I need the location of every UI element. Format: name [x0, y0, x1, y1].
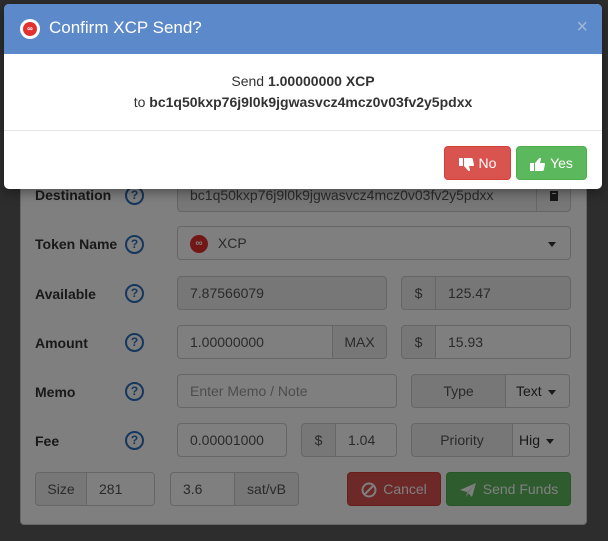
- counterparty-logo-icon: ∞: [20, 19, 40, 39]
- thumbs-up-icon: [530, 157, 546, 171]
- yes-button[interactable]: Yes: [516, 146, 587, 180]
- send-prefix: Send: [231, 73, 268, 89]
- send-summary-line: Send 1.00000000 XCP: [4, 73, 602, 89]
- send-amount: 1.00000000 XCP: [267, 73, 375, 89]
- modal-header: ∞ Confirm XCP Send? ×: [4, 4, 602, 54]
- no-button-label: No: [478, 155, 497, 171]
- confirm-send-modal: ∞ Confirm XCP Send? × Send 1.00000000 XC…: [4, 4, 602, 189]
- to-prefix: to: [133, 94, 150, 110]
- modal-body: Send 1.00000000 XCP to bc1q50kxp76j9l0k9…: [4, 54, 602, 130]
- thumbs-down-icon: [458, 157, 474, 171]
- modal-title: Confirm XCP Send?: [49, 18, 202, 37]
- send-destination-line: to bc1q50kxp76j9l0k9jgwasvcz4mcz0v03fv2y…: [4, 94, 602, 110]
- yes-button-label: Yes: [550, 155, 573, 171]
- send-address: bc1q50kxp76j9l0k9jgwasvcz4mcz0v03fv2y5pd…: [149, 94, 473, 110]
- modal-footer: No Yes: [4, 130, 602, 189]
- close-icon[interactable]: ×: [576, 17, 588, 37]
- no-button[interactable]: No: [444, 146, 511, 180]
